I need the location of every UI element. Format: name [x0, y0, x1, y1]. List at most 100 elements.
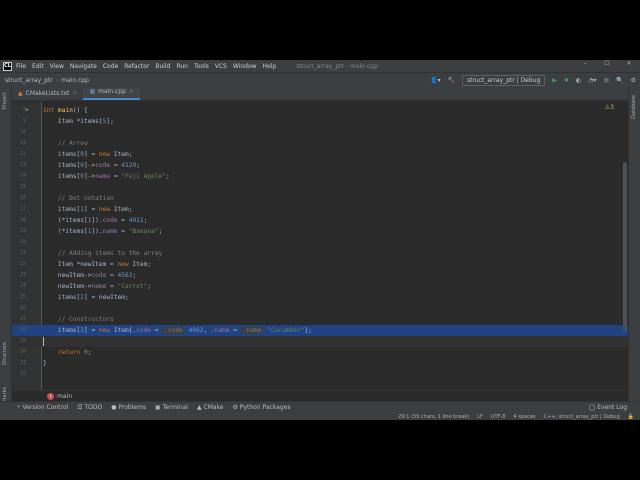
code-token: ] = — [84, 151, 99, 158]
tab-main-cpp[interactable]: ▦ main.cpp × — [83, 88, 140, 100]
menu-item-tools[interactable]: Tools — [194, 63, 209, 70]
close-tab-icon[interactable]: × — [129, 88, 134, 95]
code-text: // Dot notation — [43, 193, 114, 204]
code-line: 27 // Constructors — [12, 314, 628, 325]
line-number: 27 — [19, 316, 26, 322]
structure-tool-button[interactable]: Structure — [2, 342, 8, 365]
code-token: Item *items[ — [43, 118, 103, 125]
code-line: 25 items[2] = newItem; — [12, 292, 628, 303]
run-icon[interactable]: ▶ — [552, 77, 557, 84]
menu-item-refactor[interactable]: Refactor — [124, 63, 149, 70]
menu-item-window[interactable]: Window — [233, 63, 257, 70]
close-icon[interactable]: ✕ — [618, 60, 640, 67]
line-separator[interactable]: LF — [477, 414, 483, 420]
code-token: name — [95, 173, 111, 180]
code-token: return — [43, 349, 84, 356]
code-token: = — [117, 228, 129, 235]
stop-icon[interactable]: ■ — [603, 77, 609, 84]
code-token: 4011 — [128, 217, 144, 224]
tool-window-python-packages[interactable]: ⚙ Python Packages — [233, 404, 291, 411]
file-encoding[interactable]: UTF-8 — [491, 414, 506, 420]
breadcrumb-project[interactable]: struct_array_ptr — [5, 77, 53, 84]
event-log-button[interactable]: ◯ Event Log — [589, 404, 627, 411]
search-icon[interactable]: 🔍 — [616, 77, 623, 84]
code-token: code — [95, 162, 111, 169]
code-token: items[ — [43, 206, 81, 213]
tool-window-label: CMake — [203, 404, 224, 411]
code-text: items[2] = newItem; — [43, 292, 129, 303]
menu-item-help[interactable]: Help — [263, 63, 277, 70]
run-config-select[interactable]: struct_array_ptr | Debug — [461, 74, 546, 86]
code-text: items[0]->code = 4129; — [43, 160, 140, 171]
code-token: = — [110, 162, 122, 169]
code-line: 22 Item *newItem = new Item; — [12, 259, 628, 270]
code-token: "Carrot" — [117, 283, 148, 290]
code-token: }; — [304, 327, 312, 334]
breadcrumb-function[interactable]: main — [57, 393, 72, 400]
code-token: ]; — [106, 118, 114, 125]
code-line: 8 ▶ int main() { — [12, 105, 628, 116]
code-line: 23 newItem->code = 4562; — [12, 270, 628, 281]
menu-item-vcs[interactable]: VCS — [215, 63, 227, 70]
code-token: "Fuji Apple" — [121, 173, 166, 180]
python-packages-icon: ⚙ — [232, 404, 240, 411]
code-line: 17 items[1] = new Item; — [12, 204, 628, 215]
line-number: 20 — [19, 239, 26, 245]
user-icon[interactable]: 👤▾ — [430, 77, 440, 84]
debug-icon[interactable]: ✹ — [564, 77, 569, 84]
navigation-bar: struct_array_ptr › main.cpp 👤▾ 🔨 struct_… — [0, 72, 640, 87]
code-token: Item; — [113, 206, 133, 213]
menu-item-file[interactable]: File — [16, 63, 26, 70]
code-text: (*items[1]).name = "Banana"; — [43, 226, 162, 237]
tool-window-terminal[interactable]: ▣ Terminal — [155, 404, 188, 411]
tool-window-cmake[interactable]: ▲ CMake — [197, 404, 224, 411]
maximize-icon[interactable]: ☐ — [596, 60, 618, 67]
menu-item-view[interactable]: View — [50, 63, 64, 70]
menu-item-navigate[interactable]: Navigate — [70, 63, 97, 70]
project-tool-button[interactable]: Project — [2, 92, 8, 109]
build-hammer-icon[interactable]: 🔨 — [447, 77, 454, 84]
tool-window-label: Problems — [118, 404, 147, 411]
gear-icon[interactable]: ⚙ — [631, 77, 636, 84]
code-token: "Banana" — [128, 228, 159, 235]
run-gutter-icon[interactable]: ▶ — [26, 105, 29, 116]
code-token: Item *newItem = — [43, 261, 118, 268]
profile-icon[interactable]: ◔▾ — [588, 77, 596, 84]
coverage-icon[interactable]: ◐ — [576, 77, 581, 84]
lock-icon[interactable]: 🔓 — [628, 414, 634, 420]
close-tab-icon[interactable]: × — [72, 90, 77, 97]
line-number: 11 — [19, 140, 26, 146]
breadcrumb-file[interactable]: main.cpp — [61, 77, 89, 84]
database-tool-button[interactable]: Database — [631, 95, 637, 119]
code-token: ; — [147, 283, 152, 290]
code-editor[interactable]: ⚠3 8 ▶ int main() {9 Item *items[5]; 10 11 /… — [12, 102, 628, 390]
menu-item-edit[interactable]: Edit — [32, 63, 44, 70]
line-number: 30 — [19, 349, 26, 355]
code-token: name — [102, 228, 118, 235]
line-number: 10 — [19, 129, 26, 135]
text-caret — [43, 337, 44, 346]
context-selector[interactable]: C++: struct_array_ptr | Debug — [544, 414, 620, 420]
tool-window-version-control[interactable]: ⑂ Version Control — [17, 404, 68, 411]
code-token: // Constructors — [43, 316, 114, 323]
line-number: 16 — [19, 195, 26, 201]
cmake-icon: ▲ — [18, 90, 23, 97]
minimize-icon[interactable]: – — [574, 60, 596, 67]
tool-window-todo[interactable]: ☰ TODO — [77, 404, 102, 411]
line-number: 29 — [19, 338, 26, 344]
code-token: name — [91, 283, 107, 290]
caret-position[interactable]: 29:1 (59 chars, 1 line break) — [398, 414, 469, 420]
code-token: new — [117, 261, 133, 268]
menu-item-code[interactable]: Code — [103, 63, 118, 70]
code-text: items[0] = new Item; — [43, 149, 133, 160]
function-icon: f — [47, 392, 54, 400]
menu-item-run[interactable]: Run — [176, 63, 188, 70]
code-token: int — [43, 107, 58, 114]
indent-setting[interactable]: 4 spaces — [513, 414, 535, 420]
menu-item-build[interactable]: Build — [155, 63, 170, 70]
tool-window-problems[interactable]: ● Problems — [111, 404, 146, 411]
line-number: 14 — [19, 173, 26, 179]
tab-cmakelists-txt[interactable]: ▲ CMakeLists.txt × — [12, 90, 83, 100]
code-text: (*items[1]).code = 4011; — [43, 215, 147, 226]
vertical-scrollbar[interactable] — [623, 162, 627, 332]
